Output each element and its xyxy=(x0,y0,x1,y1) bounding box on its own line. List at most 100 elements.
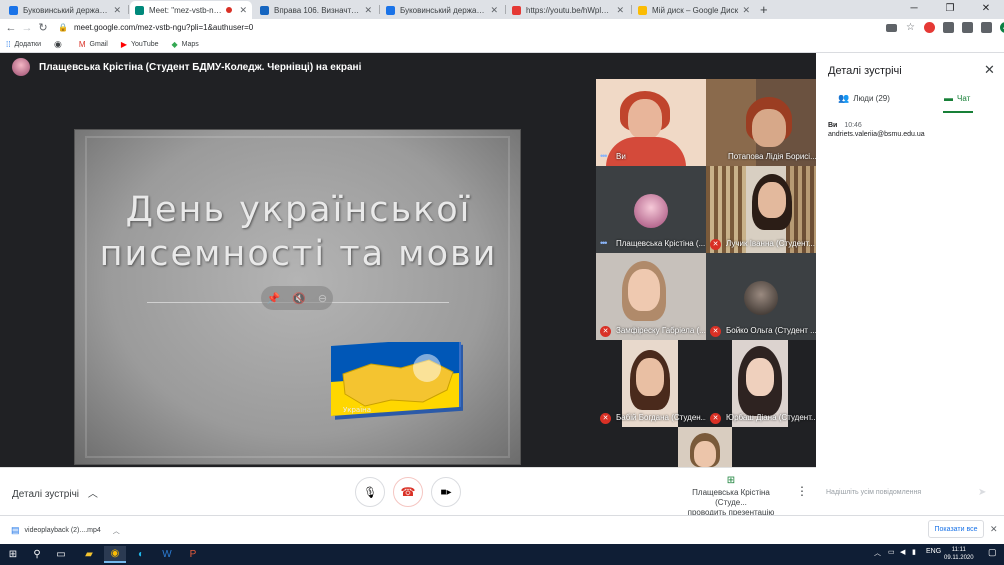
browser-tab-active[interactable]: Meet: "mez-vstb-ngu" ✕ xyxy=(130,1,252,19)
close-tab-icon[interactable]: ✕ xyxy=(742,5,750,16)
volume-icon[interactable]: ◀ xyxy=(900,548,905,556)
edge-icon[interactable]: ◐ xyxy=(130,546,152,563)
participant-tile[interactable]: ••• Плащевська Крістіна (... xyxy=(596,166,706,253)
browser-tab[interactable]: Мій диск – Google Диск ✕ xyxy=(633,1,755,19)
participant-tile[interactable]: ✕ Бабій Богдана (Студен... xyxy=(596,340,706,427)
close-tab-icon[interactable]: ✕ xyxy=(490,5,498,16)
tray-chevron-icon[interactable]: ︿ xyxy=(874,548,881,558)
close-downloads-icon[interactable]: ✕ xyxy=(990,524,998,535)
battery-icon[interactable]: ▮ xyxy=(912,548,916,556)
show-all-downloads-button[interactable]: Показати все xyxy=(928,520,984,538)
mute-presentation-icon[interactable]: 🔇 xyxy=(292,292,306,305)
clock-date: 09.11.2020 xyxy=(944,555,974,561)
media-control-icon[interactable] xyxy=(981,22,992,33)
participant-name: Юрбаш Діана (Студент... xyxy=(726,413,816,422)
extension-icon[interactable] xyxy=(943,22,954,33)
tab-favicon-icon xyxy=(260,5,269,15)
tab-favicon-icon xyxy=(512,5,521,15)
bookmark-label: Maps xyxy=(181,40,199,48)
remove-icon[interactable]: ⊖ xyxy=(318,292,327,305)
download-item[interactable]: ▤ videoplayback (2)....mp4 ︿ xyxy=(11,525,120,536)
meeting-details-label: Деталі зустрічі xyxy=(12,489,80,500)
message-time: 10:46 xyxy=(844,122,862,129)
close-tab-icon[interactable]: ✕ xyxy=(113,5,121,16)
meeting-details-button[interactable]: Деталі зустрічі ︿ xyxy=(12,485,98,500)
file-explorer-icon[interactable]: ▰ xyxy=(78,546,100,563)
participant-name: Замфіреску Габріела (... xyxy=(616,326,706,335)
participant-tile[interactable]: ✕ Замфіреску Габріела (... xyxy=(596,253,706,340)
url-text: meet.google.com/mez-vstb-ngu?pli=1&authu… xyxy=(73,23,254,32)
file-icon: ▤ xyxy=(11,525,20,535)
search-icon[interactable]: ⚲ xyxy=(26,546,48,563)
download-file-name: videoplayback (2)....mp4 xyxy=(24,527,101,534)
participant-tile[interactable]: ✕ Юрбаш Діана (Студент... xyxy=(706,340,816,427)
extensions-puzzle-icon[interactable] xyxy=(962,22,973,33)
bookmark-label: YouTube xyxy=(130,40,159,48)
maximize-window-button[interactable]: ❐ xyxy=(932,0,968,19)
notifications-icon[interactable]: ▢ xyxy=(988,547,997,558)
pin-icon[interactable]: 📌 xyxy=(267,292,281,305)
participant-tile-partial[interactable] xyxy=(678,427,732,467)
close-tab-icon[interactable]: ✕ xyxy=(239,5,247,16)
participant-tile[interactable]: ✕ Лучик Іванна (Студент... xyxy=(706,166,816,253)
participant-tile[interactable]: Потапова Лідія Борисі... xyxy=(706,79,816,166)
presentation-controls[interactable]: 📌 🔇 ⊖ xyxy=(261,286,333,310)
gmail-icon: M xyxy=(78,39,86,49)
recording-indicator-icon xyxy=(226,7,233,13)
participant-tile[interactable]: ••• Ви xyxy=(596,79,706,166)
address-bar[interactable]: 🔒 meet.google.com/mez-vstb-ngu?pli=1&aut… xyxy=(58,21,878,34)
close-window-button[interactable]: ✕ xyxy=(968,0,1004,19)
adblock-icon[interactable] xyxy=(924,22,935,33)
participant-tile[interactable]: ✕ Бойко Ольга (Студент ... xyxy=(706,253,816,340)
bookmark-apps[interactable]: ⁞⁞ Додатки xyxy=(6,40,41,49)
screen: Буковинський державний мед... ✕ Meet: "m… xyxy=(0,0,1004,565)
browser-tab[interactable]: Буковинський державний мед... ✕ xyxy=(381,1,503,19)
chat-input[interactable]: Надішліть усім повідомлення xyxy=(826,489,994,496)
bookmark-globe[interactable]: ◉ xyxy=(54,39,66,50)
profile-avatar[interactable]: A xyxy=(1000,22,1004,33)
windows-start-icon[interactable]: ⊞ xyxy=(2,546,24,563)
browser-tab[interactable]: Вправа 106. Визначте рід подан... ✕ xyxy=(255,1,377,19)
word-icon[interactable]: W xyxy=(156,546,178,563)
send-icon[interactable]: ➤ xyxy=(978,487,986,498)
chat-message-text: andriets.valeriia@bsmu.edu.ua xyxy=(828,131,925,138)
system-clock[interactable]: 11:11 09.11.2020 xyxy=(944,546,974,562)
drive-favicon-icon xyxy=(638,5,647,15)
minimize-window-button[interactable]: ─ xyxy=(896,0,932,19)
powerpoint-icon[interactable]: P xyxy=(182,546,204,563)
tab-people[interactable]: 👥 Люди (29) xyxy=(838,93,890,104)
close-tab-icon[interactable]: ✕ xyxy=(364,5,372,16)
bookmark-youtube[interactable]: ▶ YouTube xyxy=(121,40,159,49)
end-call-button[interactable]: ☎ xyxy=(393,477,423,507)
camera-button[interactable]: ■▸ xyxy=(431,477,461,507)
reload-button[interactable]: ↻ xyxy=(35,21,51,34)
close-panel-icon[interactable]: ✕ xyxy=(984,62,995,78)
language-indicator[interactable]: ENG xyxy=(926,548,941,555)
people-icon: 👥 xyxy=(838,93,850,103)
star-icon[interactable]: ☆ xyxy=(905,22,916,33)
tab-chat[interactable]: ▬ Чат xyxy=(944,93,970,103)
browser-tab[interactable]: Буковинський державний мед... ✕ xyxy=(4,1,126,19)
close-tab-icon[interactable]: ✕ xyxy=(616,5,624,16)
ukraine-map-image: Україна xyxy=(331,342,463,420)
network-icon[interactable]: ▭ xyxy=(888,548,895,556)
forward-button[interactable]: → xyxy=(19,22,35,34)
bookmark-gmail[interactable]: M Gmail xyxy=(79,40,108,49)
task-view-icon[interactable]: ▭ xyxy=(50,546,72,563)
chrome-icon[interactable]: ◉ xyxy=(104,546,126,563)
youtube-icon: ▶ xyxy=(120,39,127,49)
microphone-button[interactable]: 🎙 xyxy=(355,477,385,507)
browser-tab[interactable]: https://youtu.be/hWplXqF2Gwl ✕ xyxy=(507,1,629,19)
bookmark-maps[interactable]: ◆ Maps xyxy=(172,40,199,49)
back-button[interactable]: ← xyxy=(3,22,19,34)
camera-indicator-icon[interactable] xyxy=(886,23,897,32)
maps-icon: ◆ xyxy=(171,39,178,49)
more-options-icon[interactable]: ⋮ xyxy=(796,484,808,498)
mic-muted-icon: ✕ xyxy=(710,239,721,250)
meet-bottom-bar: Деталі зустрічі ︿ 🎙 ☎ ■▸ ⊞ Плащевська Кр… xyxy=(0,467,816,518)
new-tab-button[interactable]: + xyxy=(760,2,768,17)
chevron-up-icon[interactable]: ︿ xyxy=(113,526,120,536)
participant-name: Бойко Ольга (Студент ... xyxy=(726,326,816,335)
presenting-info[interactable]: ⊞ Плащевська Крістіна (Студе... проводит… xyxy=(676,476,786,518)
chat-icon: ▬ xyxy=(944,93,953,103)
